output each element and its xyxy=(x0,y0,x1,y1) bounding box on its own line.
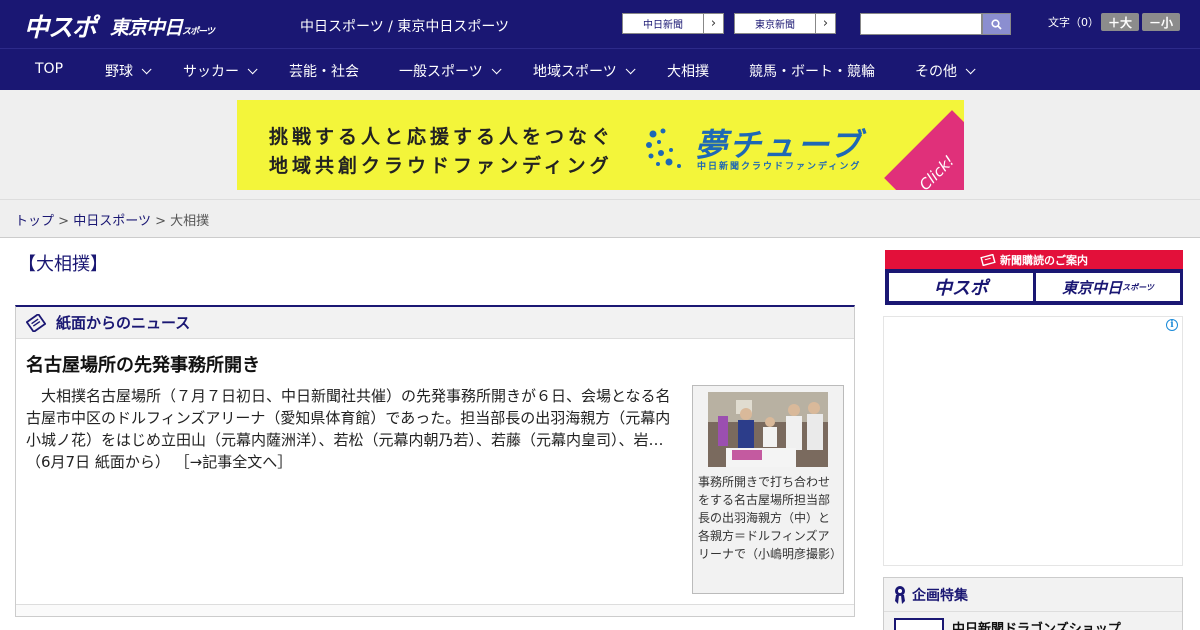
nav-item-baseball[interactable]: 野球 xyxy=(105,61,152,81)
breadcrumb-sep: > xyxy=(58,214,70,229)
chevron-right-icon: › xyxy=(703,14,723,33)
nav-label: サッカー xyxy=(183,64,239,80)
newspaper-icon xyxy=(26,313,46,332)
breadcrumb: トップ > 中日スポーツ > 大相撲 xyxy=(0,200,1200,238)
nav-item-regional-sports[interactable]: 地域スポーツ xyxy=(533,61,636,81)
logo-chuspo[interactable]: 中スポ xyxy=(24,8,97,44)
nav-label: 芸能・社会 xyxy=(289,64,359,80)
chunichi-shimbun-link[interactable]: 中日新聞 › xyxy=(622,13,724,34)
feature-section-header: 企画特集 xyxy=(884,578,1182,612)
chevron-down-icon xyxy=(247,63,258,74)
article-photo-box: 事務所開きで打ち合わせをする名古屋場所担当部長の出羽海親方（中）と各親方＝ドルフ… xyxy=(692,385,844,594)
font-smaller-button[interactable]: －小 xyxy=(1142,13,1180,31)
logo-tokyo-chunichi[interactable]: 東京中日スポーツ xyxy=(110,13,215,40)
subscribe-chuspo-button[interactable]: 中スポ xyxy=(889,273,1033,301)
ticket-icon xyxy=(980,253,996,266)
search-input[interactable] xyxy=(860,13,982,35)
nav-label: 競馬・ボート・競輪 xyxy=(749,64,875,80)
news-section-footer xyxy=(16,604,854,616)
site-logo[interactable]: 中スポ 東京中日スポーツ xyxy=(24,8,215,44)
ad-info-icon[interactable]: i xyxy=(1166,319,1178,331)
feature-item-label: 中日新聞ドラゴンズショップ xyxy=(952,622,1121,630)
subscription-title: 新聞購読のご案内 xyxy=(1000,253,1088,267)
feature-item-dragons-shop[interactable]: 中日新聞ドラゴンズショップ xyxy=(894,618,1121,630)
top-bar: 中スポ 東京中日スポーツ 中日スポーツ / 東京中日スポーツ 中日新聞 › 東京… xyxy=(0,0,1200,48)
page-title: 【大相撲】 xyxy=(18,254,108,275)
nav-label: 一般スポーツ xyxy=(399,64,483,80)
dots-logo-icon xyxy=(646,128,681,168)
article-photo[interactable] xyxy=(708,392,828,467)
nav-label: 野球 xyxy=(105,64,133,80)
breadcrumb-top[interactable]: トップ xyxy=(15,214,54,229)
banner-brand-sub: 中日新聞クラウドファンディング xyxy=(697,162,862,172)
logo-tokyo-text: 東京中日 xyxy=(110,16,183,39)
font-larger-button[interactable]: ＋大 xyxy=(1101,13,1139,31)
feature-thumbnail xyxy=(894,618,944,630)
chevron-down-icon xyxy=(965,63,976,74)
banner-line-1: 挑戦する人と応援する人をつなぐ xyxy=(269,126,615,148)
logo-tokyo-sub: スポーツ xyxy=(182,26,215,37)
feature-section: 企画特集 中日新聞ドラゴンズショップ xyxy=(883,577,1183,630)
article-summary: 大相撲名古屋場所（７月７日初日、中日新聞社共催）の先発事務所開きが６日、会場とな… xyxy=(26,385,682,473)
banner-line-2: 地域共創クラウドファンディング xyxy=(269,155,613,177)
chevron-right-icon: › xyxy=(815,14,835,33)
main-nav: TOP 野球 サッカー 芸能・社会 一般スポーツ 地域スポーツ 大相撲 競馬・ボ… xyxy=(0,48,1200,90)
nav-label: 地域スポーツ xyxy=(533,64,617,80)
site-names: 中日スポーツ / 東京中日スポーツ xyxy=(300,19,510,35)
nav-item-sumo[interactable]: 大相撲 xyxy=(667,61,709,81)
tokyo-shimbun-label: 東京新聞 xyxy=(755,20,795,31)
chevron-down-icon xyxy=(625,63,636,74)
breadcrumb-current: 大相撲 xyxy=(170,214,210,229)
photo-caption: 事務所開きで打ち合わせをする名古屋場所担当部長の出羽海親方（中）と各親方＝ドルフ… xyxy=(698,475,843,561)
feature-section-heading: 企画特集 xyxy=(912,587,968,604)
crowdfunding-banner[interactable]: 挑戦する人と応援する人をつなぐ 地域共創クラウドファンディング 夢チューブ 中日… xyxy=(237,100,964,190)
banner-area: 挑戦する人と応援する人をつなぐ 地域共創クラウドファンディング 夢チューブ 中日… xyxy=(0,90,1200,200)
news-section-header: 紙面からのニュース xyxy=(16,307,854,339)
main-content: 【大相撲】 紙面からのニュース 名古屋場所の先発事務所開き 大相撲名古屋場所（７… xyxy=(0,238,1200,630)
search-icon xyxy=(991,18,1002,30)
breadcrumb-section[interactable]: 中日スポーツ xyxy=(73,214,151,229)
nav-label: その他 xyxy=(915,64,957,80)
font-size-label: 文字（0） xyxy=(1048,16,1099,29)
subscribe-tokyo-button[interactable]: 東京中日 スポーツ xyxy=(1036,273,1180,301)
nav-item-soccer[interactable]: サッカー xyxy=(183,61,258,81)
article-title[interactable]: 名古屋場所の先発事務所開き xyxy=(26,351,260,377)
tokyo-shimbun-link[interactable]: 東京新聞 › xyxy=(734,13,836,34)
subscribe-tokyo-label: 東京中日 xyxy=(1062,278,1123,297)
news-section-heading: 紙面からのニュース xyxy=(56,314,191,332)
advertisement[interactable]: i xyxy=(883,316,1183,566)
nav-item-racing[interactable]: 競馬・ボート・競輪 xyxy=(749,61,875,81)
read-more-link[interactable]: ［→記事全文へ］ xyxy=(175,453,293,471)
search-button[interactable] xyxy=(982,13,1011,35)
subscribe-tokyo-sub: スポーツ xyxy=(1122,282,1154,292)
nav-item-entertainment[interactable]: 芸能・社会 xyxy=(289,61,359,81)
subscription-header: 新聞購読のご案内 xyxy=(885,250,1183,269)
article-summary-text: 大相撲名古屋場所（７月７日初日、中日新聞社共催）の先発事務所開きが６日、会場とな… xyxy=(26,387,671,471)
nav-label: TOP xyxy=(35,61,64,77)
chevron-down-icon xyxy=(491,63,502,74)
nav-item-general-sports[interactable]: 一般スポーツ xyxy=(399,61,502,81)
news-section: 紙面からのニュース 名古屋場所の先発事務所開き 大相撲名古屋場所（７月７日初日、… xyxy=(15,305,855,617)
chevron-down-icon xyxy=(141,63,152,74)
nav-label: 大相撲 xyxy=(667,64,709,80)
subscription-banner[interactable]: 新聞購読のご案内 中スポ 東京中日 スポーツ xyxy=(885,250,1183,305)
chunichi-shimbun-label: 中日新聞 xyxy=(643,20,683,31)
ribbon-icon xyxy=(895,585,905,604)
nav-item-top[interactable]: TOP xyxy=(35,61,63,77)
nav-item-other[interactable]: その他 xyxy=(915,61,976,81)
breadcrumb-sep: > xyxy=(155,214,166,229)
